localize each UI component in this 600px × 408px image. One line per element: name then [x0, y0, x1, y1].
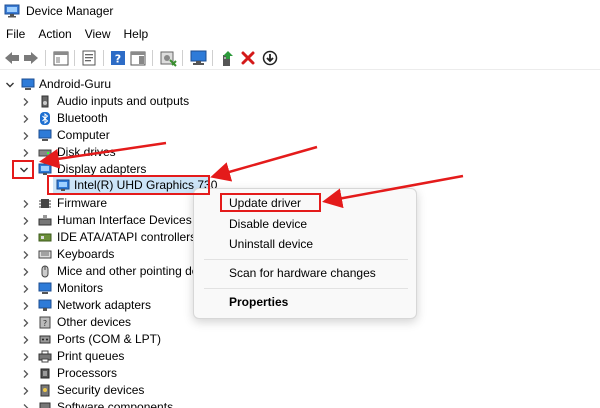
annotation-arrows: [39, 141, 464, 209]
arrow-to-intel-uhd: [210, 145, 318, 182]
arrow-to-update-driver: [322, 174, 464, 209]
arrow-to-expand: [39, 141, 167, 169]
